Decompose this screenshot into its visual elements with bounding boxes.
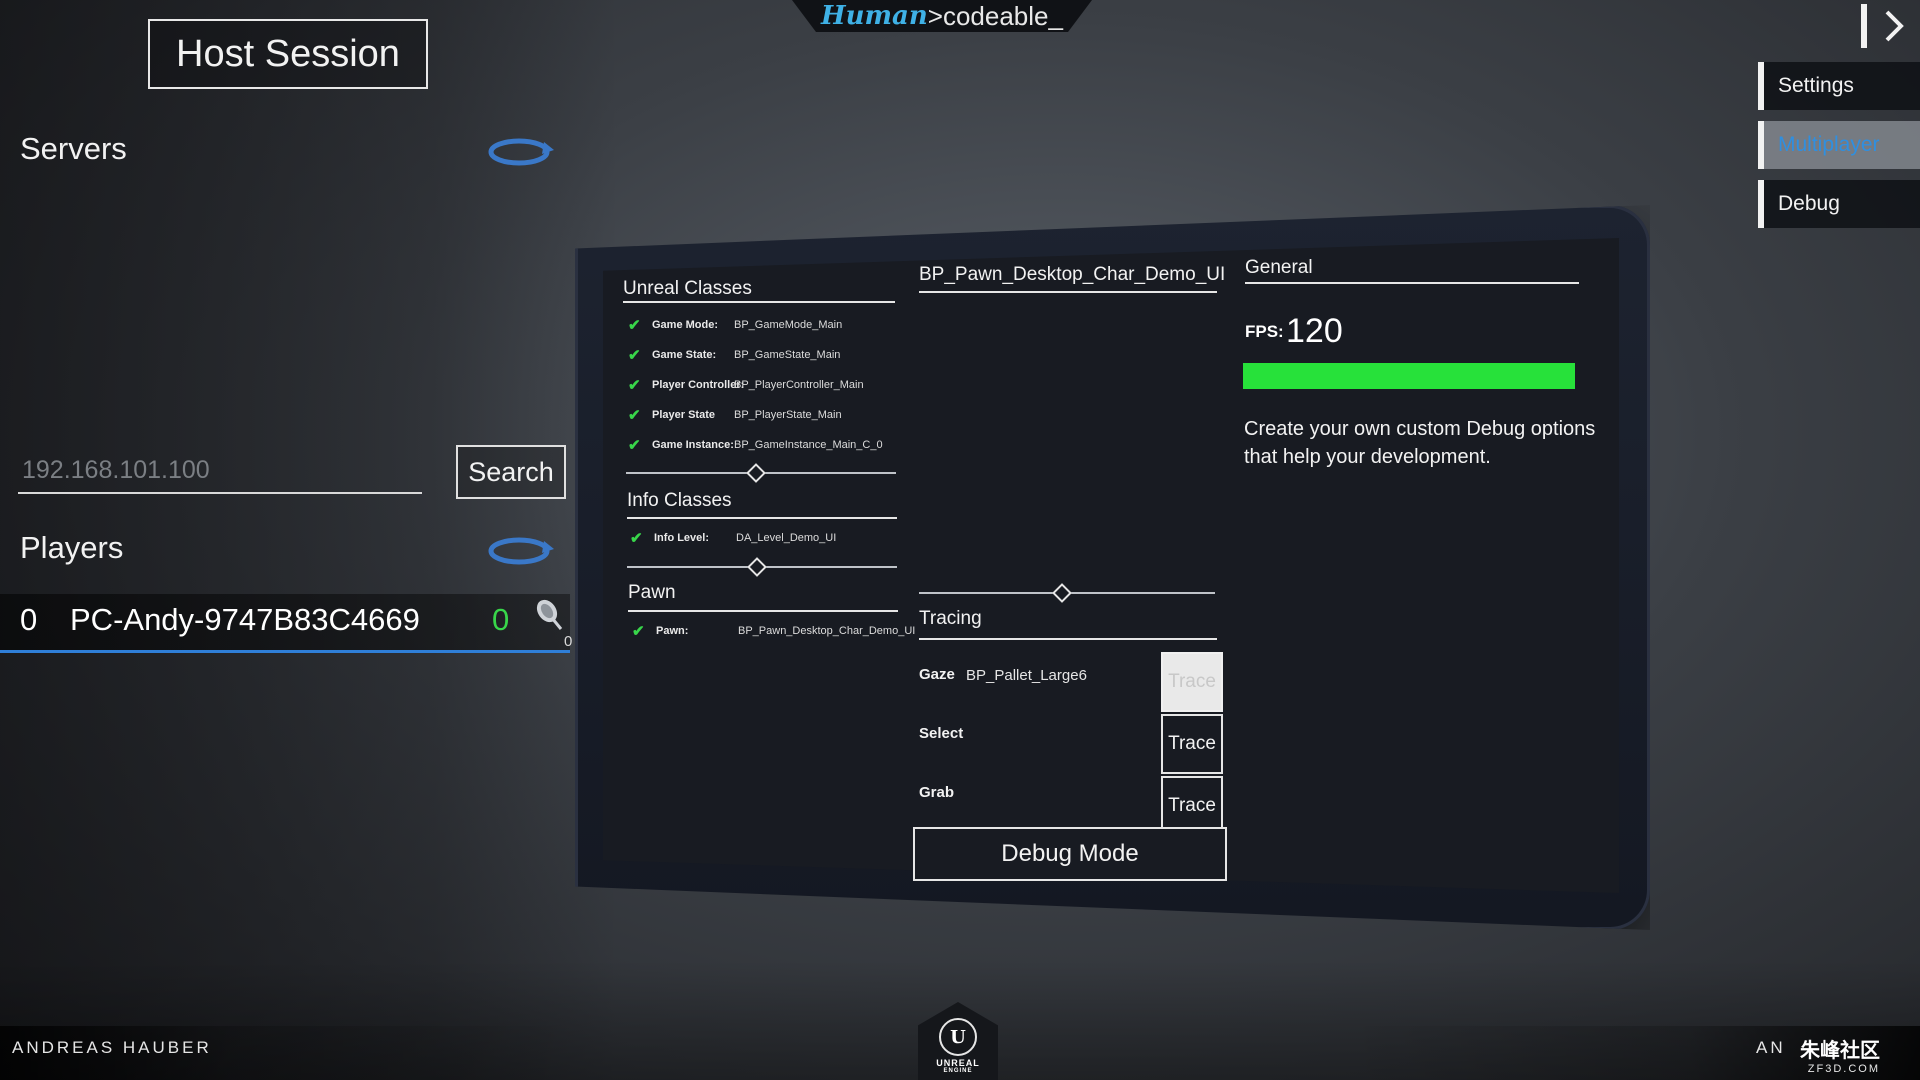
tracing-title: Tracing bbox=[919, 608, 982, 629]
mic-count: 0 bbox=[564, 633, 573, 650]
logo-codeable-text: >codeable_ bbox=[927, 0, 1063, 31]
host-session-button[interactable]: Host Session bbox=[148, 19, 428, 89]
checkmark-icon: ✔ bbox=[628, 407, 641, 424]
server-ip-input[interactable] bbox=[18, 448, 422, 494]
checkmark-icon: ✔ bbox=[628, 347, 641, 364]
player-ping: 0 bbox=[492, 602, 510, 637]
fps-bar-fill bbox=[1243, 363, 1575, 389]
debug-mode-button[interactable]: Debug Mode bbox=[913, 827, 1227, 881]
nav-item-debug[interactable]: Debug bbox=[1758, 180, 1920, 228]
trace-select-label: Select bbox=[919, 725, 964, 742]
info-classes-title: Info Classes bbox=[627, 490, 732, 511]
section-underline bbox=[628, 610, 898, 612]
player-index: 0 bbox=[20, 602, 38, 637]
section-underline bbox=[623, 301, 895, 303]
player-row[interactable]: 0 PC-Andy-9747B83C4669 0 bbox=[0, 594, 570, 653]
author-credit-left: ANDREAS HAUBER bbox=[12, 1038, 212, 1057]
trace-gaze-label: Gaze bbox=[919, 666, 955, 683]
unreal-class-row: ✔ Game Mode: BP_GameMode_Main bbox=[628, 317, 843, 334]
section-underline bbox=[919, 638, 1217, 640]
pawn-class-title: BP_Pawn_Desktop_Char_Demo_UI bbox=[919, 264, 1226, 285]
player-name: PC-Andy-9747B83C4669 bbox=[70, 602, 420, 637]
author-credit-right: AN bbox=[1756, 1038, 1786, 1057]
pawn-row: ✔ Pawn: BP_Pawn_Desktop_Char_Demo_UI bbox=[632, 623, 916, 640]
nav-item-settings[interactable]: Settings bbox=[1758, 62, 1920, 110]
section-underline bbox=[919, 291, 1217, 293]
checkmark-icon: ✔ bbox=[628, 377, 641, 394]
servers-title: Servers bbox=[20, 131, 127, 166]
unreal-class-row: ✔ Game Instance: BP_GameInstance_Main_C_… bbox=[628, 437, 883, 454]
trace-gaze-value: BP_Pallet_Large6 bbox=[966, 667, 1087, 684]
refresh-icon[interactable] bbox=[486, 533, 556, 569]
watermark-subtext: ZF3D.COM bbox=[1807, 1063, 1880, 1075]
nav-item-multiplayer[interactable]: Multiplayer bbox=[1758, 121, 1920, 169]
unreal-logo-icon: U bbox=[939, 1018, 977, 1056]
pawn-title: Pawn bbox=[628, 582, 676, 603]
checkmark-icon: ✔ bbox=[628, 317, 641, 334]
section-underline bbox=[627, 517, 897, 519]
search-button[interactable]: Search bbox=[456, 445, 566, 499]
general-description: Create your own custom Debug options tha… bbox=[1244, 418, 1596, 468]
unreal-class-row: ✔ Game State: BP_GameState_Main bbox=[628, 347, 841, 364]
fps-bar bbox=[1243, 363, 1575, 389]
nav-toggle-button[interactable] bbox=[1850, 0, 1920, 52]
unreal-class-row: ✔ Player Controller: BP_PlayerController… bbox=[628, 377, 864, 394]
logo-human-text: Human bbox=[821, 1, 928, 31]
checkmark-icon: ✔ bbox=[628, 437, 641, 454]
fps-label: FPS: bbox=[1245, 322, 1284, 341]
chevron-right-icon bbox=[1861, 4, 1904, 48]
players-title: Players bbox=[20, 530, 124, 565]
unreal-class-row: ✔ Player State BP_PlayerState_Main bbox=[628, 407, 842, 424]
watermark: 朱峰社区 ZF3D.COM bbox=[1800, 1034, 1880, 1075]
watermark-text: 朱峰社区 bbox=[1800, 1040, 1880, 1062]
unreal-logo-subtext: ENGINE bbox=[943, 1068, 973, 1074]
general-title: General bbox=[1245, 257, 1313, 278]
section-underline bbox=[1245, 282, 1579, 284]
info-class-row: ✔ Info Level: DA_Level_Demo_UI bbox=[630, 530, 837, 547]
trace-select-button[interactable]: Trace bbox=[1161, 714, 1223, 774]
unreal-logo-text: UNREAL bbox=[936, 1058, 980, 1068]
fps-value: 120 bbox=[1286, 312, 1343, 350]
unreal-classes-title: Unreal Classes bbox=[623, 278, 752, 299]
trace-grab-label: Grab bbox=[919, 784, 955, 801]
mic-icon[interactable] bbox=[534, 598, 564, 632]
trace-gaze-button[interactable]: Trace bbox=[1161, 652, 1223, 712]
refresh-icon[interactable] bbox=[486, 134, 556, 170]
checkmark-icon: ✔ bbox=[632, 623, 645, 640]
brand-logo: Human >codeable_ bbox=[792, 0, 1092, 32]
checkmark-icon: ✔ bbox=[630, 530, 643, 547]
